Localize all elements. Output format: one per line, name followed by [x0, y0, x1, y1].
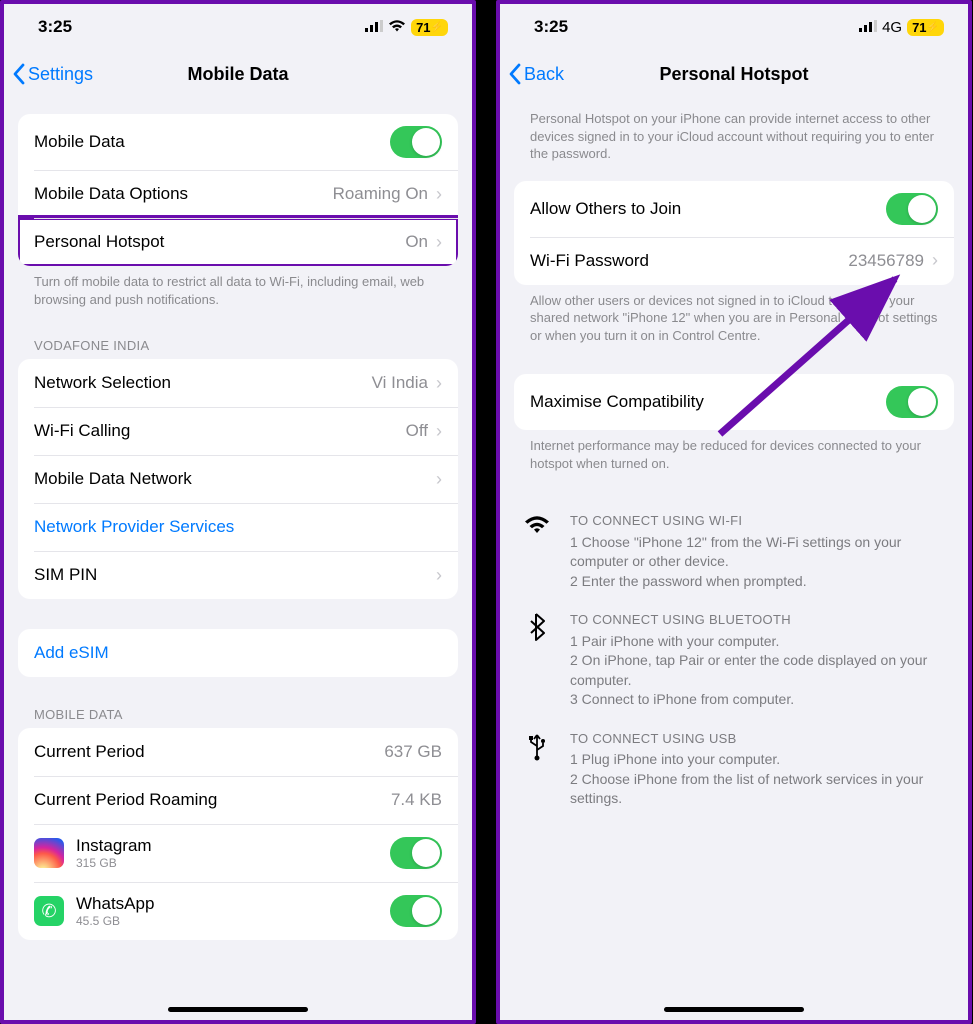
bluetooth-icon — [522, 611, 552, 710]
row-current-period-roaming: Current Period Roaming 7.4 KB — [18, 776, 458, 824]
row-network-selection[interactable]: Network Selection Vi India › — [18, 359, 458, 407]
instagram-icon — [34, 838, 64, 868]
status-time: 3:25 — [534, 17, 568, 37]
intro-text: Personal Hotspot on your iPhone can prov… — [514, 110, 954, 163]
wifi-icon — [388, 17, 406, 37]
row-app-whatsapp[interactable]: ✆ WhatsApp 45.5 GB — [18, 882, 458, 940]
status-bar: 3:25 4G 71⚡ — [500, 4, 968, 50]
status-bar: 3:25 71⚡ — [4, 4, 472, 50]
nav-bar: Back Personal Hotspot — [500, 50, 968, 98]
row-app-instagram[interactable]: Instagram 315 GB — [18, 824, 458, 882]
battery-indicator: 71⚡ — [907, 19, 944, 36]
whatsapp-icon: ✆ — [34, 896, 64, 926]
chevron-right-icon: › — [436, 565, 442, 586]
chevron-right-icon: › — [436, 232, 442, 253]
row-network-provider-services[interactable]: Network Provider Services — [18, 503, 458, 551]
chevron-right-icon: › — [436, 184, 442, 205]
back-button[interactable]: Settings — [12, 63, 93, 85]
group-footer: Turn off mobile data to restrict all dat… — [18, 266, 458, 308]
toggle-whatsapp[interactable] — [390, 895, 442, 927]
screenshot-mobile-data: 3:25 71⚡ Settings Mobile Data Mobile Dat… — [0, 0, 476, 1024]
group-header: MOBILE DATA — [18, 707, 458, 728]
battery-indicator: 71⚡ — [411, 19, 448, 36]
row-sim-pin[interactable]: SIM PIN › — [18, 551, 458, 599]
group-footer: Internet performance may be reduced for … — [514, 430, 954, 472]
back-button[interactable]: Back — [508, 63, 564, 85]
chevron-right-icon: › — [932, 250, 938, 271]
usb-icon — [522, 730, 552, 809]
toggle-maximise[interactable] — [886, 386, 938, 418]
row-maximise-compatibility[interactable]: Maximise Compatibility — [514, 374, 954, 430]
toggle-mobile-data[interactable] — [390, 126, 442, 158]
row-mobile-data-network[interactable]: Mobile Data Network › — [18, 455, 458, 503]
group-header: VODAFONE INDIA — [18, 338, 458, 359]
group-footer: Allow other users or devices not signed … — [514, 285, 954, 345]
row-current-period: Current Period 637 GB — [18, 728, 458, 776]
info-bluetooth: TO CONNECT USING BLUETOOTH 1 Pair iPhone… — [500, 601, 968, 720]
row-mobile-data-options[interactable]: Mobile Data Options Roaming On › — [18, 170, 458, 218]
row-wifi-calling[interactable]: Wi-Fi Calling Off › — [18, 407, 458, 455]
row-personal-hotspot[interactable]: Personal Hotspot On › — [18, 218, 458, 266]
home-indicator[interactable] — [168, 1007, 308, 1012]
chevron-right-icon: › — [436, 469, 442, 490]
chevron-right-icon: › — [436, 421, 442, 442]
wifi-icon — [522, 512, 552, 591]
info-usb: TO CONNECT USING USB 1 Plug iPhone into … — [500, 720, 968, 819]
row-add-esim[interactable]: Add eSIM — [18, 629, 458, 677]
home-indicator[interactable] — [664, 1007, 804, 1012]
status-time: 3:25 — [38, 17, 72, 37]
signal-icon — [859, 17, 877, 37]
nav-bar: Settings Mobile Data — [4, 50, 472, 98]
row-allow-others[interactable]: Allow Others to Join — [514, 181, 954, 237]
chevron-right-icon: › — [436, 373, 442, 394]
info-wifi: TO CONNECT USING WI-FI 1 Choose "iPhone … — [500, 502, 968, 601]
signal-icon — [365, 17, 383, 37]
row-mobile-data[interactable]: Mobile Data — [18, 114, 458, 170]
network-type: 4G — [882, 19, 902, 36]
screenshot-personal-hotspot: 3:25 4G 71⚡ Back Personal Hotspot Person… — [496, 0, 972, 1024]
toggle-instagram[interactable] — [390, 837, 442, 869]
toggle-allow-others[interactable] — [886, 193, 938, 225]
row-wifi-password[interactable]: Wi-Fi Password 23456789 › — [514, 237, 954, 285]
nav-title: Personal Hotspot — [500, 64, 968, 85]
